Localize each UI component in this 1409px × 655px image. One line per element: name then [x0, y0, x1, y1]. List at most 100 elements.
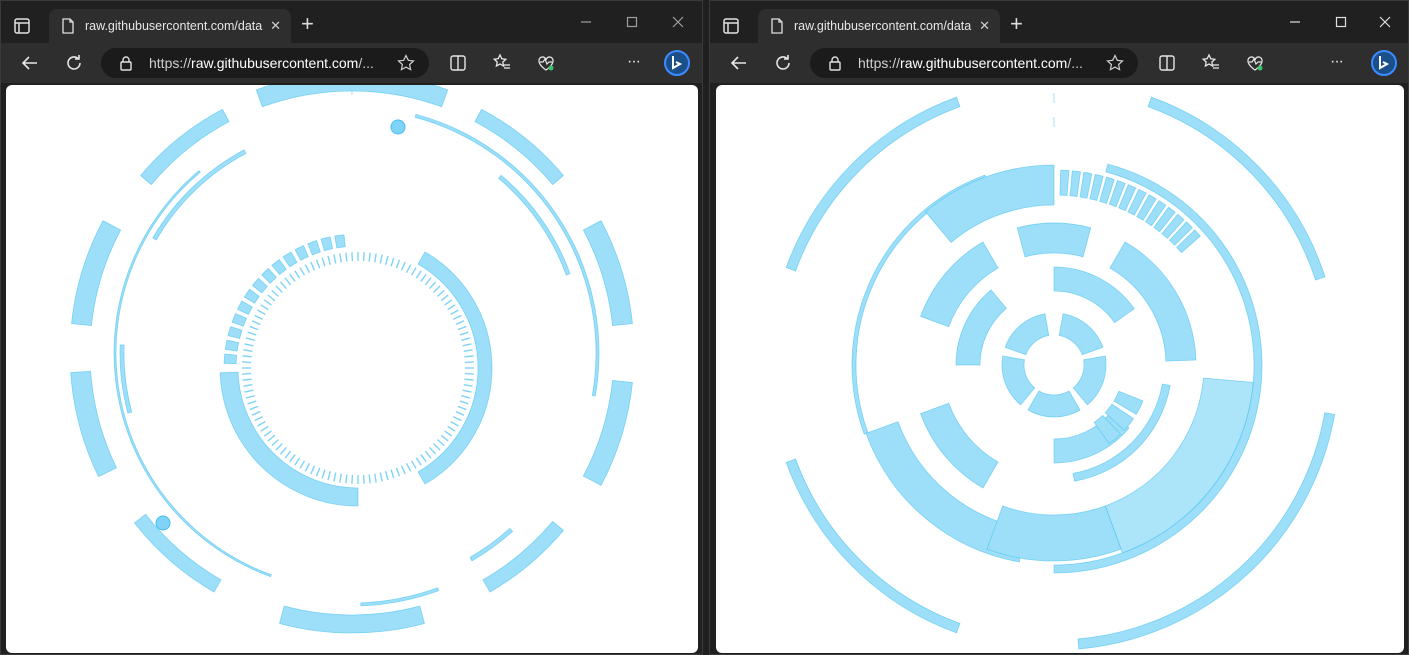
- minimize-icon[interactable]: [579, 15, 593, 29]
- tick-mark: [437, 289, 445, 297]
- url-text[interactable]: https://raw.githubusercontent.com/...: [858, 55, 1098, 71]
- tick-mark: [275, 443, 283, 451]
- favorite-star-icon[interactable]: [1106, 54, 1124, 72]
- tab-title: raw.githubusercontent.com/data: [85, 19, 263, 33]
- segment-block-13: [334, 234, 346, 249]
- tick-mark: [415, 270, 422, 279]
- tick-mark: [345, 474, 348, 484]
- segment-block-12: [320, 236, 334, 252]
- page-icon: [771, 18, 783, 34]
- gear-tooth-3: [582, 379, 633, 486]
- refresh-icon[interactable]: [63, 52, 85, 74]
- inner-arc-right: [414, 113, 600, 397]
- tick-mark: [457, 325, 467, 331]
- tick-mark: [299, 267, 306, 276]
- address-bar[interactable]: https://raw.githubusercontent.com/...: [810, 48, 1138, 78]
- tick-mark: [420, 273, 427, 282]
- tick-mark: [327, 471, 331, 481]
- tick-mark: [254, 415, 263, 422]
- favorites-icon[interactable]: [1200, 52, 1222, 74]
- outer-arc-top-left: [785, 96, 961, 272]
- lock-icon[interactable]: [119, 55, 133, 71]
- tick-mark: [321, 257, 326, 267]
- close-icon[interactable]: [671, 15, 685, 29]
- tick-mark: [310, 261, 316, 271]
- copilot-icon[interactable]: [663, 49, 691, 77]
- core-segment-2: [1072, 355, 1107, 406]
- favorites-icon[interactable]: [491, 52, 513, 74]
- refresh-icon[interactable]: [772, 52, 794, 74]
- back-arrow-icon[interactable]: [728, 52, 750, 74]
- tick-mark: [289, 454, 296, 463]
- tab-close-button[interactable]: ✕: [979, 18, 990, 34]
- tab-close-button[interactable]: ✕: [270, 18, 281, 34]
- tab-strip: raw.githubusercontent.com/data ✕ +: [710, 1, 1408, 43]
- thick-arc-bottom-left: [219, 371, 359, 507]
- tab-actions-icon[interactable]: [13, 17, 31, 35]
- copilot-icon[interactable]: [1370, 49, 1398, 77]
- maximize-icon[interactable]: [1334, 15, 1348, 29]
- tick-mark: [267, 434, 276, 442]
- tick-mark: [461, 337, 471, 341]
- browser-essentials-icon[interactable]: [535, 52, 557, 74]
- url-text[interactable]: https://raw.githubusercontent.com/...: [149, 55, 389, 71]
- gear-tooth-6: [133, 513, 222, 593]
- tick-mark: [455, 410, 465, 416]
- minimize-icon[interactable]: [1288, 15, 1302, 29]
- more-icon[interactable]: ···: [627, 53, 649, 75]
- tick-mark: [385, 471, 389, 481]
- block-bottom: [986, 505, 1122, 562]
- tick-mark: [251, 410, 261, 416]
- tick-mark: [433, 285, 441, 293]
- tick-mark: [424, 277, 432, 286]
- url-host: raw.githubusercontent.com: [191, 55, 359, 71]
- lock-icon[interactable]: [828, 55, 842, 71]
- segment-block-9: [282, 251, 298, 268]
- tick-mark: [247, 331, 257, 336]
- tick-mark: [327, 255, 331, 265]
- tab-active[interactable]: raw.githubusercontent.com/data ✕: [758, 9, 1000, 43]
- tick-mark: [390, 257, 395, 267]
- tick-mark: [444, 430, 453, 437]
- tick-mark: [279, 281, 287, 289]
- gear-tooth-5: [279, 605, 425, 634]
- maximize-icon[interactable]: [625, 15, 639, 29]
- bar-segment-1: [1069, 170, 1081, 198]
- tab-active[interactable]: raw.githubusercontent.com/data ✕: [49, 9, 291, 43]
- tick-mark: [304, 463, 311, 472]
- tab-strip: raw.githubusercontent.com/data ✕ +: [1, 1, 702, 43]
- mid-block-top: [1016, 222, 1092, 258]
- tick-mark: [374, 253, 377, 263]
- gear-tooth-0: [255, 85, 449, 108]
- tick-mark: [368, 252, 371, 262]
- tick-mark: [440, 434, 449, 442]
- tick-mark: [260, 425, 269, 432]
- tick-mark: [249, 405, 259, 411]
- tick-mark: [464, 378, 474, 381]
- close-icon[interactable]: [1378, 15, 1392, 29]
- tick-mark: [243, 349, 253, 352]
- tick-mark: [245, 395, 255, 399]
- tick-mark: [251, 320, 261, 326]
- new-tab-button[interactable]: +: [301, 13, 314, 35]
- inner-arc-bottom-short: [360, 587, 440, 607]
- back-arrow-icon[interactable]: [19, 52, 41, 74]
- tick-mark: [444, 299, 453, 306]
- gear-tooth-2: [582, 220, 633, 327]
- more-icon[interactable]: ···: [1330, 53, 1352, 75]
- tick-mark: [275, 285, 283, 293]
- tick-mark: [242, 355, 252, 358]
- segment-block-10: [294, 245, 309, 261]
- favorite-star-icon[interactable]: [397, 54, 415, 72]
- new-tab-button[interactable]: +: [1010, 13, 1023, 35]
- browser-window-left: raw.githubusercontent.com/data ✕ + https…: [0, 0, 703, 655]
- tab-actions-icon[interactable]: [722, 17, 740, 35]
- thick-arc-right: [417, 251, 493, 485]
- tick-mark: [437, 439, 445, 447]
- browser-essentials-icon[interactable]: [1244, 52, 1266, 74]
- tick-mark: [249, 325, 259, 331]
- segment-block-5: [243, 288, 260, 304]
- split-screen-icon[interactable]: [447, 52, 469, 74]
- split-screen-icon[interactable]: [1156, 52, 1178, 74]
- address-bar[interactable]: https://raw.githubusercontent.com/...: [101, 48, 429, 78]
